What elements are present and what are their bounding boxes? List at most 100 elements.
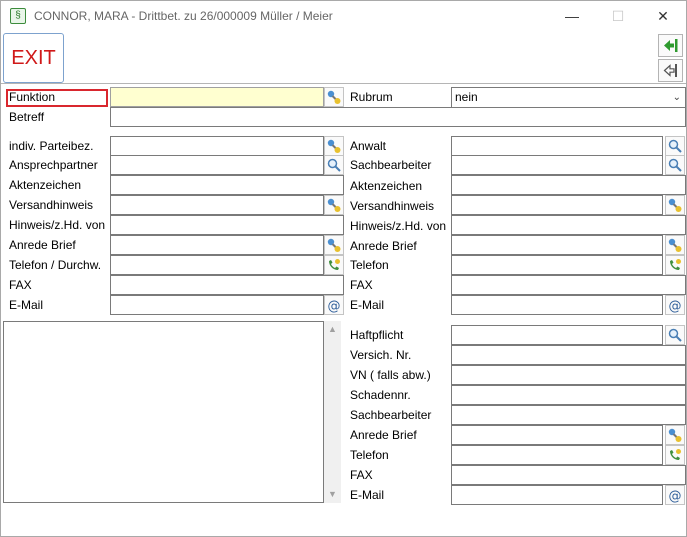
ins-anrede-brief-label: Anrede Brief xyxy=(350,428,417,442)
betreff-field[interactable] xyxy=(110,107,686,127)
email-field[interactable] xyxy=(110,295,324,315)
notes-scrollbar[interactable]: ▲ ▼ xyxy=(324,321,341,503)
title-bar: § CONNOR, MARA - Drittbet. zu 26/000009 … xyxy=(1,1,686,32)
rubrum-select[interactable]: nein ⌄ xyxy=(451,87,686,108)
minimize-button[interactable]: — xyxy=(549,1,595,32)
email-send-button[interactable]: @ xyxy=(324,295,344,315)
versich-nr-label: Versich. Nr. xyxy=(350,348,412,362)
versandhinweis-field[interactable] xyxy=(110,195,324,215)
indiv-parteibez-field[interactable] xyxy=(110,136,324,156)
ins-fax-field[interactable] xyxy=(451,465,686,485)
app-icon: § xyxy=(10,8,26,24)
key-picker-icon xyxy=(327,139,341,153)
svg-text:@: @ xyxy=(328,299,341,313)
ansprechpartner-label: Ansprechpartner xyxy=(9,158,98,172)
close-button[interactable]: ✕ xyxy=(640,1,686,32)
right-versandhinweis-label: Versandhinweis xyxy=(350,199,435,213)
vn-label: VN ( falls abw.) xyxy=(350,368,431,382)
right-hinweis-label: Hinweis/z.Hd. von xyxy=(350,219,447,233)
scroll-down-icon[interactable]: ▼ xyxy=(324,486,341,503)
ins-anrede-brief-field[interactable] xyxy=(451,425,663,445)
right-email-send-button[interactable]: @ xyxy=(665,295,685,315)
phone-dial-button[interactable] xyxy=(324,255,344,275)
right-aktenzeichen-field[interactable] xyxy=(451,175,686,195)
ins-email-send-button[interactable]: @ xyxy=(665,485,685,505)
indiv-parteibez-picker-button[interactable] xyxy=(324,136,344,156)
ins-email-field[interactable] xyxy=(451,485,663,505)
right-versandhinweis-picker-button[interactable] xyxy=(665,195,685,215)
key-picker-icon xyxy=(327,198,341,212)
scroll-up-icon[interactable]: ▲ xyxy=(324,321,341,338)
right-anrede-brief-label: Anrede Brief xyxy=(350,239,417,253)
at-sign-icon: @ xyxy=(328,299,341,313)
sachbearbeiter-label: Sachbearbeiter xyxy=(350,158,432,172)
telefon-field[interactable] xyxy=(110,255,324,275)
sachbearbeiter-field[interactable] xyxy=(451,155,663,175)
key-picker-icon xyxy=(327,90,341,104)
key-picker-icon xyxy=(668,428,682,442)
right-aktenzeichen-label: Aktenzeichen xyxy=(350,179,423,193)
anrede-brief-picker-button[interactable] xyxy=(324,235,344,255)
ins-sachbearbeiter-field[interactable] xyxy=(451,405,686,425)
fax-label: FAX xyxy=(9,278,32,292)
nav-first-button[interactable] xyxy=(658,34,683,57)
schadennr-field[interactable] xyxy=(451,385,686,405)
ansprechpartner-field[interactable] xyxy=(110,155,324,175)
at-sign-icon: @ xyxy=(669,489,682,503)
right-fax-label: FAX xyxy=(350,278,373,292)
aktenzeichen-field[interactable] xyxy=(110,175,344,195)
svg-text:@: @ xyxy=(669,489,682,503)
key-picker-icon xyxy=(668,238,682,252)
ins-anrede-brief-picker-button[interactable] xyxy=(665,425,685,445)
dialog-window: § CONNOR, MARA - Drittbet. zu 26/000009 … xyxy=(0,0,687,537)
email-label: E-Mail xyxy=(9,298,44,312)
ins-fax-label: FAX xyxy=(350,468,373,482)
anwalt-label: Anwalt xyxy=(350,139,387,153)
right-phone-dial-button[interactable] xyxy=(665,255,685,275)
right-fax-field[interactable] xyxy=(451,275,686,295)
anwalt-field[interactable] xyxy=(451,136,663,156)
search-icon xyxy=(327,158,341,172)
betreff-label: Betreff xyxy=(9,110,45,124)
haftpflicht-field[interactable] xyxy=(451,325,663,345)
ins-phone-dial-button[interactable] xyxy=(665,445,685,465)
search-icon xyxy=(668,328,682,342)
funktion-picker-button[interactable] xyxy=(324,87,344,107)
right-versandhinweis-field[interactable] xyxy=(451,195,663,215)
funktion-field[interactable] xyxy=(110,87,324,107)
maximize-button: ☐ xyxy=(611,8,625,24)
nav-back-button[interactable] xyxy=(658,59,683,82)
indiv-parteibez-label: indiv. Parteibez. xyxy=(9,139,94,153)
ins-telefon-field[interactable] xyxy=(451,445,663,465)
phone-icon xyxy=(670,449,681,460)
schadennr-label: Schadennr. xyxy=(350,388,411,402)
toolbar: EXIT xyxy=(1,32,686,84)
right-hinweis-field[interactable] xyxy=(451,215,686,235)
right-email-field[interactable] xyxy=(451,295,663,315)
rubrum-value: nein xyxy=(455,90,478,104)
notes-textarea[interactable] xyxy=(3,321,324,503)
vn-field[interactable] xyxy=(451,365,686,385)
phone-icon xyxy=(670,259,681,270)
ansprechpartner-search-button[interactable] xyxy=(324,155,344,175)
anrede-brief-field[interactable] xyxy=(110,235,324,255)
sachbearbeiter-search-button[interactable] xyxy=(665,155,685,175)
anwalt-search-button[interactable] xyxy=(665,136,685,156)
right-anrede-brief-picker-button[interactable] xyxy=(665,235,685,255)
versich-nr-field[interactable] xyxy=(451,345,686,365)
at-sign-icon: @ xyxy=(669,299,682,313)
window-title: CONNOR, MARA - Drittbet. zu 26/000009 Mü… xyxy=(34,9,333,23)
versandhinweis-picker-button[interactable] xyxy=(324,195,344,215)
exit-button[interactable]: EXIT xyxy=(3,33,64,83)
right-telefon-field[interactable] xyxy=(451,255,663,275)
key-picker-icon xyxy=(327,238,341,252)
fax-field[interactable] xyxy=(110,275,344,295)
right-anrede-brief-field[interactable] xyxy=(451,235,663,255)
haftpflicht-search-button[interactable] xyxy=(665,325,685,345)
right-telefon-label: Telefon xyxy=(350,258,389,272)
hinweis-field[interactable] xyxy=(110,215,344,235)
key-picker-icon xyxy=(668,198,682,212)
ins-email-label: E-Mail xyxy=(350,488,385,502)
phone-icon xyxy=(329,259,340,270)
ins-telefon-label: Telefon xyxy=(350,448,389,462)
